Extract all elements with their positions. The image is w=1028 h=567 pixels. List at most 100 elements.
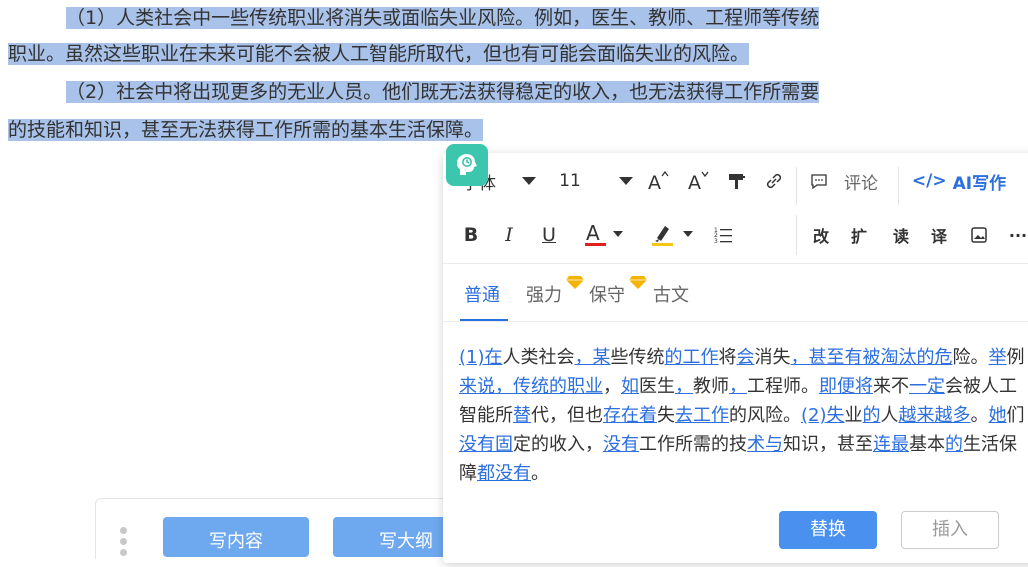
changed-text-segment: 的	[862, 405, 881, 426]
changed-text-segment: ，	[729, 376, 747, 397]
comment-button[interactable]: 评论	[839, 163, 883, 199]
text-segment: 。	[970, 405, 989, 426]
text-segment: 的风险。	[729, 405, 801, 426]
tab-strong[interactable]: 强力	[526, 276, 584, 307]
document-line[interactable]: （2）社会中将出现更多的无业人员。他们既无法获得稳定的收入，也无法获得工作所需要	[66, 74, 820, 110]
text-segment: 险。	[952, 347, 989, 368]
changed-text-segment: 的	[945, 434, 963, 455]
text-segment: 消失	[754, 347, 791, 368]
tab-normal[interactable]: 普通	[464, 281, 500, 307]
changed-text-segment: 在	[484, 347, 503, 368]
tab-conservative[interactable]: 保守	[589, 276, 647, 307]
rewrite-result-text[interactable]: (1)在人类社会，某些传统的工作将会消失，甚至有被淘汰的危险。举例来说，传统的职…	[459, 343, 1028, 488]
ai-rewrite-popup: 字体 11 A A 评论 </> AI写作 B I U A 123 改	[443, 153, 1028, 563]
changed-text-segment: 如	[621, 376, 639, 397]
text-segment: 教师	[693, 376, 729, 397]
changed-text-segment: 连最	[873, 434, 909, 455]
numbered-list-icon[interactable]: 123	[711, 217, 737, 253]
rewrite-button[interactable]: 改	[809, 217, 833, 253]
text-segment: 们	[1006, 405, 1025, 426]
changed-text-segment: ，某	[574, 347, 611, 368]
document-line[interactable]: 的技能和知识，甚至无法获得工作所需的基本生活保障。	[8, 112, 484, 148]
text-segment: 。	[531, 463, 549, 484]
replace-button[interactable]: 替换	[779, 511, 877, 549]
premium-gem-icon	[566, 276, 584, 289]
text-segment: 知识，甚至	[783, 434, 873, 455]
document-line[interactable]: （1）人类社会中一些传统职业将消失或面临失业风险。例如，医生、教师、工程师等传统	[66, 0, 820, 36]
tab-label: 普通	[464, 285, 500, 306]
expand-label: 扩	[850, 227, 867, 246]
changed-text-segment: 去工作	[675, 405, 729, 426]
insert-button[interactable]: 插入	[901, 511, 999, 549]
changed-text-segment: 的工作	[664, 347, 719, 368]
changed-text-segment: 来说，传统的职业	[459, 376, 603, 397]
ai-write-button[interactable]: </> AI写作	[911, 163, 1007, 199]
text-segment: 医生	[639, 376, 675, 397]
font-size-select[interactable]: 11	[555, 163, 585, 199]
increase-font-icon[interactable]: A	[645, 163, 671, 199]
tab-label: 保守	[589, 285, 625, 306]
changed-text-segment: (1)	[459, 347, 485, 368]
ai-write-label: AI写作	[952, 173, 1007, 194]
drag-handle-icon[interactable]	[120, 527, 128, 560]
svg-text:A: A	[648, 172, 661, 191]
ai-assistant-icon[interactable]	[446, 144, 488, 186]
font-size-dropdown-icon[interactable]	[614, 163, 638, 199]
changed-text-segment: 术与	[747, 434, 783, 455]
premium-gem-icon	[629, 276, 647, 289]
text-segment: 将	[718, 347, 737, 368]
text-segment: 人类社会	[502, 347, 575, 368]
document-line[interactable]: 职业。虽然这些职业在未来可能不会被人工智能所取代，但也有可能会面临失业的风险。	[8, 36, 750, 72]
more-label: ···	[1008, 225, 1028, 245]
text-segment: 人	[880, 405, 899, 426]
translate-label: 译	[930, 227, 947, 246]
toolbar-divider	[796, 167, 797, 205]
underline-icon[interactable]: U	[537, 217, 561, 253]
changed-text-segment: 会	[736, 347, 755, 368]
changed-text-segment: 举	[988, 347, 1007, 368]
changed-text-segment: ，甚至有被淘汰的危	[790, 347, 953, 368]
comment-label: 评论	[844, 173, 878, 194]
font-size-value: 11	[559, 171, 581, 191]
write-content-button[interactable]: 写内容	[163, 517, 309, 557]
font-family-dropdown-icon[interactable]	[517, 163, 541, 199]
changed-text-segment: 存在着	[603, 405, 657, 426]
format-painter-icon[interactable]	[725, 163, 749, 199]
expand-button[interactable]: 扩	[847, 217, 871, 253]
svg-text:A: A	[688, 172, 701, 191]
bold-icon[interactable]: B	[459, 217, 483, 253]
text-segment: 代，但也	[531, 405, 603, 426]
read-label: 读	[892, 227, 909, 246]
translate-button[interactable]: 译	[927, 217, 951, 253]
font-color-button[interactable]: A	[583, 217, 629, 253]
comment-icon[interactable]	[807, 163, 831, 199]
image-icon[interactable]	[967, 217, 991, 253]
changed-text-segment: 没有固	[459, 434, 513, 455]
highlight-color-button[interactable]	[650, 217, 700, 253]
tab-label: 古文	[653, 285, 689, 306]
changed-text-segment: 没有	[603, 434, 639, 455]
text-segment: 定的收入，	[513, 434, 603, 455]
rewrite-label: 改	[812, 227, 829, 246]
text-segment: 业	[844, 405, 863, 426]
changed-text-segment: 一定	[909, 376, 945, 397]
tab-classical[interactable]: 古文	[653, 281, 689, 307]
toolbar-divider	[898, 167, 899, 205]
svg-text:A: A	[586, 222, 600, 245]
tab-label: 强力	[526, 285, 562, 306]
changed-text-segment: (2)	[801, 405, 827, 426]
link-icon[interactable]	[762, 163, 786, 199]
text-segment: 工程师。	[747, 376, 819, 397]
rewrite-style-tabs: 普通 强力 保守 古文	[443, 269, 1028, 321]
more-button[interactable]: ···	[1005, 217, 1028, 253]
read-button[interactable]: 读	[889, 217, 913, 253]
svg-text:3: 3	[714, 238, 718, 244]
text-segment: 工作所需的技	[639, 434, 747, 455]
italic-icon[interactable]: I	[497, 217, 521, 253]
toolbar-divider	[796, 215, 797, 255]
decrease-font-icon[interactable]: A	[685, 163, 711, 199]
changed-text-segment: 失	[826, 405, 845, 426]
tabs-divider	[443, 321, 1028, 322]
text-segment: 来不	[873, 376, 909, 397]
changed-text-segment: 即便将	[819, 376, 873, 397]
